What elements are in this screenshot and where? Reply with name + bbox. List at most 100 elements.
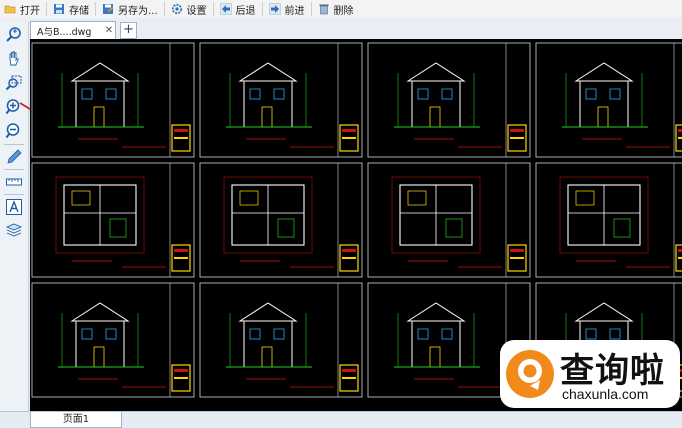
title-block-red-stripe bbox=[342, 369, 356, 372]
save-label: 存储 bbox=[69, 5, 89, 17]
elevation-door bbox=[261, 346, 273, 368]
elevation-window bbox=[585, 328, 597, 340]
document-tab-title: A与B....dwg bbox=[37, 26, 92, 38]
elevation-window bbox=[273, 88, 285, 100]
elevation-door bbox=[597, 106, 609, 128]
elevation-window bbox=[585, 88, 597, 100]
drawing-sheet-frame bbox=[535, 42, 682, 158]
elevation-door bbox=[429, 106, 441, 128]
title-block-red-stripe bbox=[174, 369, 188, 372]
save-button[interactable]: 存储 bbox=[49, 0, 93, 18]
title-block-red-stripe bbox=[342, 249, 356, 252]
zoom-realtime-icon bbox=[6, 27, 21, 42]
title-block-red-stripe bbox=[678, 129, 682, 132]
forward-arrow-icon bbox=[268, 3, 281, 15]
forward-label: 前进 bbox=[284, 5, 305, 17]
title-block-red-stripe bbox=[510, 249, 524, 252]
elevation-body bbox=[75, 80, 125, 128]
elevation-window bbox=[249, 328, 261, 340]
floor-plan-room bbox=[277, 218, 295, 238]
folder-open-icon bbox=[4, 5, 16, 14]
title-block-red-stripe bbox=[678, 249, 682, 252]
back-button[interactable]: 后退 bbox=[216, 0, 260, 18]
left-toolbar bbox=[0, 22, 29, 414]
elevation-window bbox=[249, 88, 261, 100]
toolbar-divider bbox=[163, 2, 165, 16]
elevation-window bbox=[81, 328, 93, 340]
text-tool-button[interactable] bbox=[4, 197, 24, 217]
title-block-yellow-stripe bbox=[678, 257, 682, 259]
elevation-body bbox=[243, 80, 293, 128]
hand-icon bbox=[9, 51, 19, 66]
back-label: 后退 bbox=[235, 5, 256, 17]
pan-hand-button[interactable] bbox=[4, 49, 24, 69]
title-block-yellow-stripe bbox=[342, 137, 356, 139]
tool-divider bbox=[4, 144, 24, 145]
drawing-sheet-frame bbox=[535, 162, 682, 278]
floor-plan-room bbox=[109, 218, 127, 238]
elevation-window bbox=[105, 328, 117, 340]
toolbar-divider bbox=[261, 2, 263, 16]
save-as-label: 另存为... bbox=[118, 5, 158, 17]
title-block-yellow-stripe bbox=[678, 137, 682, 139]
elevation-roof bbox=[238, 302, 298, 322]
zoom-out-button[interactable] bbox=[4, 121, 24, 141]
measure-button[interactable] bbox=[4, 172, 24, 192]
elevation-roof bbox=[406, 62, 466, 82]
elevation-roof bbox=[574, 62, 634, 82]
main-toolbar: 打开 存储 另存为... 设置 后退 前进 删除 bbox=[0, 0, 682, 19]
open-button[interactable]: 打开 bbox=[0, 0, 44, 18]
title-block-red-stripe bbox=[342, 129, 356, 132]
toolbar-divider bbox=[46, 2, 47, 16]
floor-plan-room bbox=[613, 218, 631, 238]
elevation-roof bbox=[574, 302, 634, 322]
title-block-yellow-stripe bbox=[174, 137, 188, 139]
status-bar: 页面1 bbox=[0, 411, 682, 428]
title-block-yellow-stripe bbox=[174, 257, 188, 259]
ruler-icon bbox=[6, 178, 22, 186]
elevation-roof bbox=[238, 62, 298, 82]
elevation-roof bbox=[70, 302, 130, 322]
new-tab-button[interactable]: + bbox=[120, 22, 137, 39]
elevation-body bbox=[411, 320, 461, 368]
zoom-window-button[interactable] bbox=[4, 73, 24, 93]
elevation-window bbox=[609, 88, 621, 100]
layers-icon bbox=[5, 223, 23, 237]
title-block-red-stripe bbox=[510, 129, 524, 132]
elevation-body bbox=[411, 80, 461, 128]
close-icon[interactable]: ✕ bbox=[103, 25, 115, 36]
document-tab[interactable]: A与B....dwg ✕ bbox=[30, 21, 116, 39]
elevation-door bbox=[429, 346, 441, 368]
tool-divider bbox=[4, 194, 24, 195]
title-block-yellow-stripe bbox=[342, 377, 356, 379]
floor-plan-room bbox=[445, 218, 463, 238]
zoom-window-icon bbox=[5, 75, 22, 91]
watermark-title: 查询啦 bbox=[560, 351, 665, 391]
watermark-url: chaxunla.com bbox=[562, 386, 649, 402]
elevation-window bbox=[417, 88, 429, 100]
title-block-yellow-stripe bbox=[342, 257, 356, 259]
floor-plan-room bbox=[71, 190, 91, 206]
toolbar-divider bbox=[310, 2, 312, 16]
forward-button[interactable]: 前进 bbox=[265, 0, 309, 18]
title-block-yellow-stripe bbox=[510, 257, 524, 259]
gear-icon bbox=[171, 3, 182, 15]
elevation-roof bbox=[406, 302, 466, 322]
zoom-realtime-button[interactable] bbox=[4, 25, 24, 45]
watermark-logo: 查询啦 chaxunla.com bbox=[500, 340, 680, 408]
save-as-button[interactable]: 另存为... bbox=[98, 0, 162, 18]
settings-label: 设置 bbox=[186, 5, 207, 17]
delete-button[interactable]: 删除 bbox=[314, 0, 358, 18]
elevation-body bbox=[579, 80, 629, 128]
title-block-yellow-stripe bbox=[510, 137, 524, 139]
title-block-yellow-stripe bbox=[174, 377, 188, 379]
settings-button[interactable]: 设置 bbox=[167, 0, 211, 18]
page-tab[interactable]: 页面1 bbox=[30, 412, 122, 428]
markup-pen-button[interactable] bbox=[4, 147, 24, 167]
layers-button[interactable] bbox=[4, 220, 24, 240]
document-tab-bar: A与B....dwg ✕ + bbox=[0, 18, 682, 39]
elevation-window bbox=[81, 88, 93, 100]
floor-plan-room bbox=[407, 190, 427, 206]
toolbar-divider bbox=[95, 2, 96, 16]
text-icon bbox=[6, 199, 22, 215]
